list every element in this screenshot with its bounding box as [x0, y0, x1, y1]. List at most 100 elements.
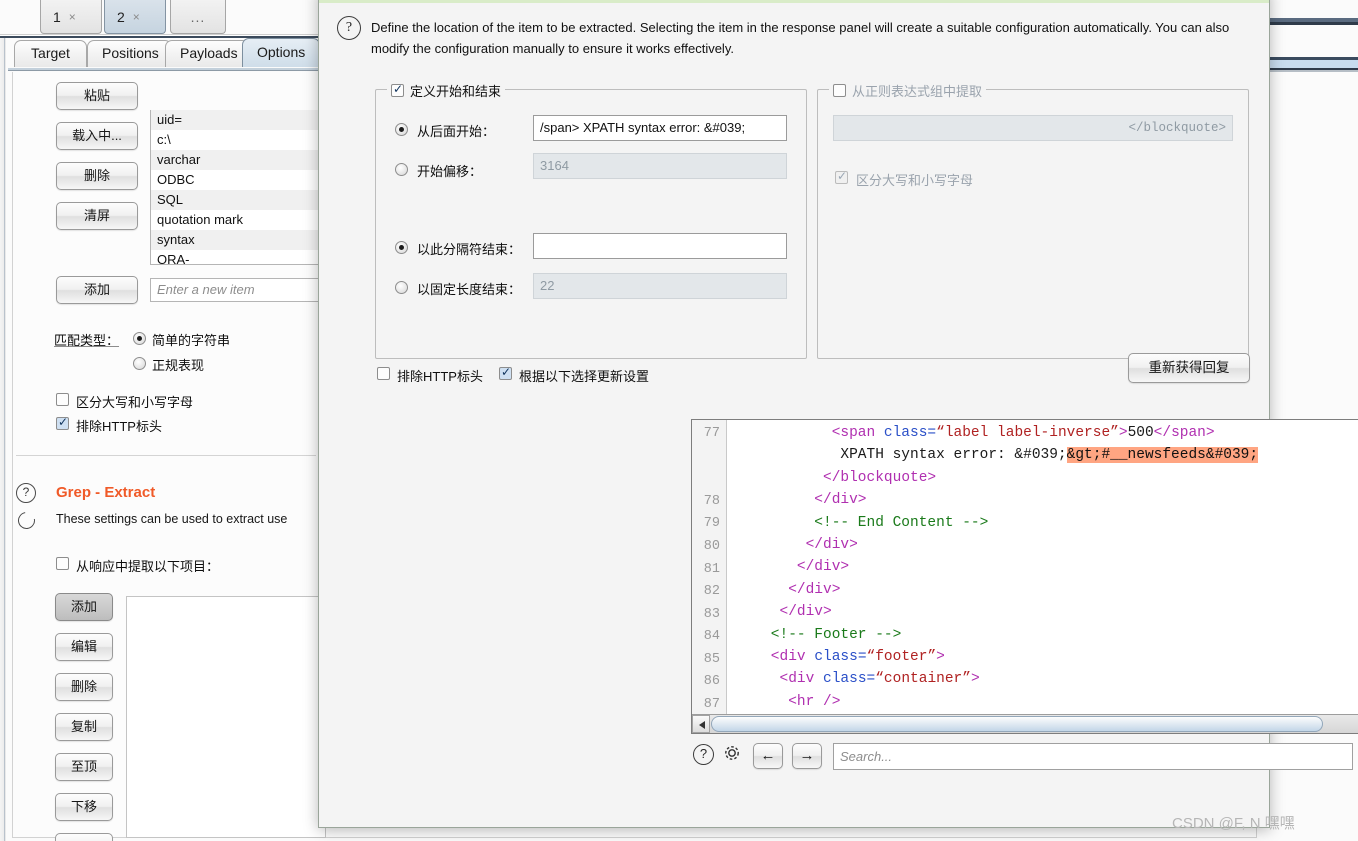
code-line: XPATH syntax error: &#039;&gt;#__newsfee…	[840, 447, 1259, 464]
screen-root: 1 × 2 × ... Target Positions Payloads Op…	[0, 0, 1358, 841]
grep-extract-list[interactable]	[126, 596, 326, 838]
paste-button[interactable]: 粘贴	[56, 82, 138, 110]
clear-button[interactable]: 清屏	[56, 202, 138, 230]
code-token: “label label-inverse”	[936, 425, 1119, 441]
attack-tab-more[interactable]: ...	[170, 0, 226, 34]
code-token: “footer”	[866, 649, 937, 665]
scroll-left-arrow[interactable]	[692, 715, 710, 733]
help-icon[interactable]: ?	[16, 483, 36, 503]
extract-from-regex-label: 从正则表达式组中提取	[852, 84, 983, 99]
grep-add-button[interactable]: 添加	[55, 593, 113, 621]
start-after-expression-input[interactable]: /span> XPATH syntax error: &#039;	[533, 115, 787, 141]
code-line: <hr />	[788, 694, 840, 710]
checkbox-case-sensitive[interactable]	[56, 393, 69, 406]
line-number: 85	[703, 652, 720, 667]
close-icon[interactable]: ×	[69, 10, 76, 24]
grep-remove-button[interactable]: 删除	[55, 673, 113, 701]
checkbox-update-config-on-selection[interactable]	[499, 365, 512, 380]
attack-tab-more-label: ...	[190, 8, 206, 25]
help-icon[interactable]: ?	[337, 16, 361, 40]
radio-start-at-offset[interactable]	[395, 163, 408, 176]
find-previous-button[interactable]: ←	[753, 743, 783, 769]
code-line: <!-- Footer -->	[771, 627, 902, 643]
refetch-response-button[interactable]: 重新获得回复	[1128, 353, 1250, 383]
horizontal-scroll-thumb[interactable]	[711, 716, 1323, 732]
code-token: >	[970, 671, 980, 688]
grep-remove-button-label: 删除	[70, 679, 97, 694]
grep-move-top-button[interactable]: 至顶	[55, 753, 113, 781]
grep-extra-button[interactable]	[55, 833, 113, 841]
checkbox-dialog-exclude-http-headers-label: 排除HTTP标头	[397, 369, 483, 384]
radio-regex-label: 正规表现	[152, 358, 205, 373]
editor-horizontal-scrollbar[interactable]	[692, 714, 1358, 733]
dialog-description: Define the location of the item to be ex…	[371, 20, 1230, 57]
radio-regex[interactable]	[133, 357, 146, 370]
grep-move-top-button-label: 至顶	[70, 759, 97, 774]
tab-positions[interactable]: Positions	[87, 40, 172, 67]
code-token: “container”	[875, 671, 971, 688]
define-start-end-legend: 定义开始和结束	[387, 81, 506, 100]
checkbox-extract-from-regex[interactable]	[833, 84, 846, 97]
tab-target-label: Target	[31, 45, 70, 61]
line-number: 81	[703, 562, 720, 577]
add-payload-button[interactable]: 添加	[56, 276, 138, 304]
code-token: >	[1118, 425, 1128, 441]
editor-help-icon[interactable]: ?	[693, 744, 714, 765]
code-token: XPATH syntax error: &#039;	[840, 447, 1067, 464]
tab-options[interactable]: Options	[242, 38, 320, 67]
code-line: <div class=“footer”>	[771, 649, 945, 665]
extract-from-regex-legend: 从正则表达式组中提取	[829, 81, 987, 100]
code-token: </blockquote>	[823, 469, 937, 486]
grep-edit-button[interactable]: 编辑	[55, 633, 113, 661]
tab-target[interactable]: Target	[14, 40, 87, 67]
paste-button-label: 粘贴	[83, 88, 110, 103]
radio-start-after-expression[interactable]	[395, 123, 408, 136]
code-token: <hr />	[788, 693, 841, 710]
checkbox-extract-items[interactable]	[56, 557, 69, 570]
code-line: </div>	[788, 582, 840, 598]
grep-duplicate-button[interactable]: 复制	[55, 713, 113, 741]
load-button[interactable]: 载入中...	[56, 122, 138, 150]
radio-start-at-offset-label: 开始偏移：	[417, 164, 483, 179]
code-line: </div>	[780, 604, 832, 620]
regex-group-input[interactable]: </blockquote>	[833, 115, 1233, 141]
search-input[interactable]: Search...	[833, 743, 1353, 770]
code-line: <!-- End Content -->	[814, 515, 988, 531]
grep-edit-button-label: 编辑	[70, 639, 97, 654]
code-highlight: &gt;#__newsfeeds&#039;	[1066, 447, 1259, 464]
line-number: 82	[703, 584, 720, 599]
checkbox-exclude-http-headers[interactable]	[56, 415, 69, 430]
grep-extract-description: These settings can be used to extract us…	[56, 512, 288, 526]
code-line: </div>	[797, 559, 849, 575]
remove-button[interactable]: 删除	[56, 162, 138, 190]
checkbox-regex-case-sensitive[interactable]	[835, 169, 848, 184]
end-at-delimiter-input[interactable]	[533, 233, 787, 259]
radio-end-at-delimiter[interactable]	[395, 241, 408, 254]
tab-payloads[interactable]: Payloads	[165, 40, 249, 67]
code-token: <!-- Footer -->	[770, 626, 902, 643]
tab-positions-label: Positions	[102, 45, 159, 61]
gear-icon[interactable]	[722, 743, 741, 762]
line-number: 79	[703, 516, 720, 531]
remove-button-label: 删除	[83, 168, 110, 183]
radio-end-at-fixed-length[interactable]	[395, 281, 408, 294]
grep-duplicate-button-label: 复制	[70, 719, 97, 734]
code-token: </div>	[814, 492, 867, 509]
attack-tab-2[interactable]: 2 ×	[104, 0, 166, 34]
response-code-editor[interactable]: 77 78 79 80 81 82 83 84 85 86 87 <span c…	[691, 419, 1358, 734]
start-at-offset-input[interactable]: 3164	[533, 153, 787, 179]
grep-move-down-button[interactable]: 下移	[55, 793, 113, 821]
dialog-body: ? Define the location of the item to be …	[319, 3, 1358, 827]
define-start-end-label: 定义开始和结束	[410, 84, 502, 99]
end-at-fixed-length-input[interactable]: 22	[533, 273, 787, 299]
bg-line	[1262, 22, 1358, 25]
find-next-button[interactable]: →	[792, 743, 822, 769]
section-divider	[16, 455, 316, 456]
checkbox-dialog-exclude-http-headers[interactable]	[377, 367, 390, 380]
attack-tab-1[interactable]: 1 ×	[40, 0, 102, 34]
code-token: <span	[831, 425, 884, 441]
checkbox-define-start-end[interactable]	[391, 82, 404, 97]
close-icon[interactable]: ×	[133, 10, 140, 24]
radio-simple-string[interactable]	[133, 332, 146, 345]
window-left-edge	[0, 0, 6, 841]
